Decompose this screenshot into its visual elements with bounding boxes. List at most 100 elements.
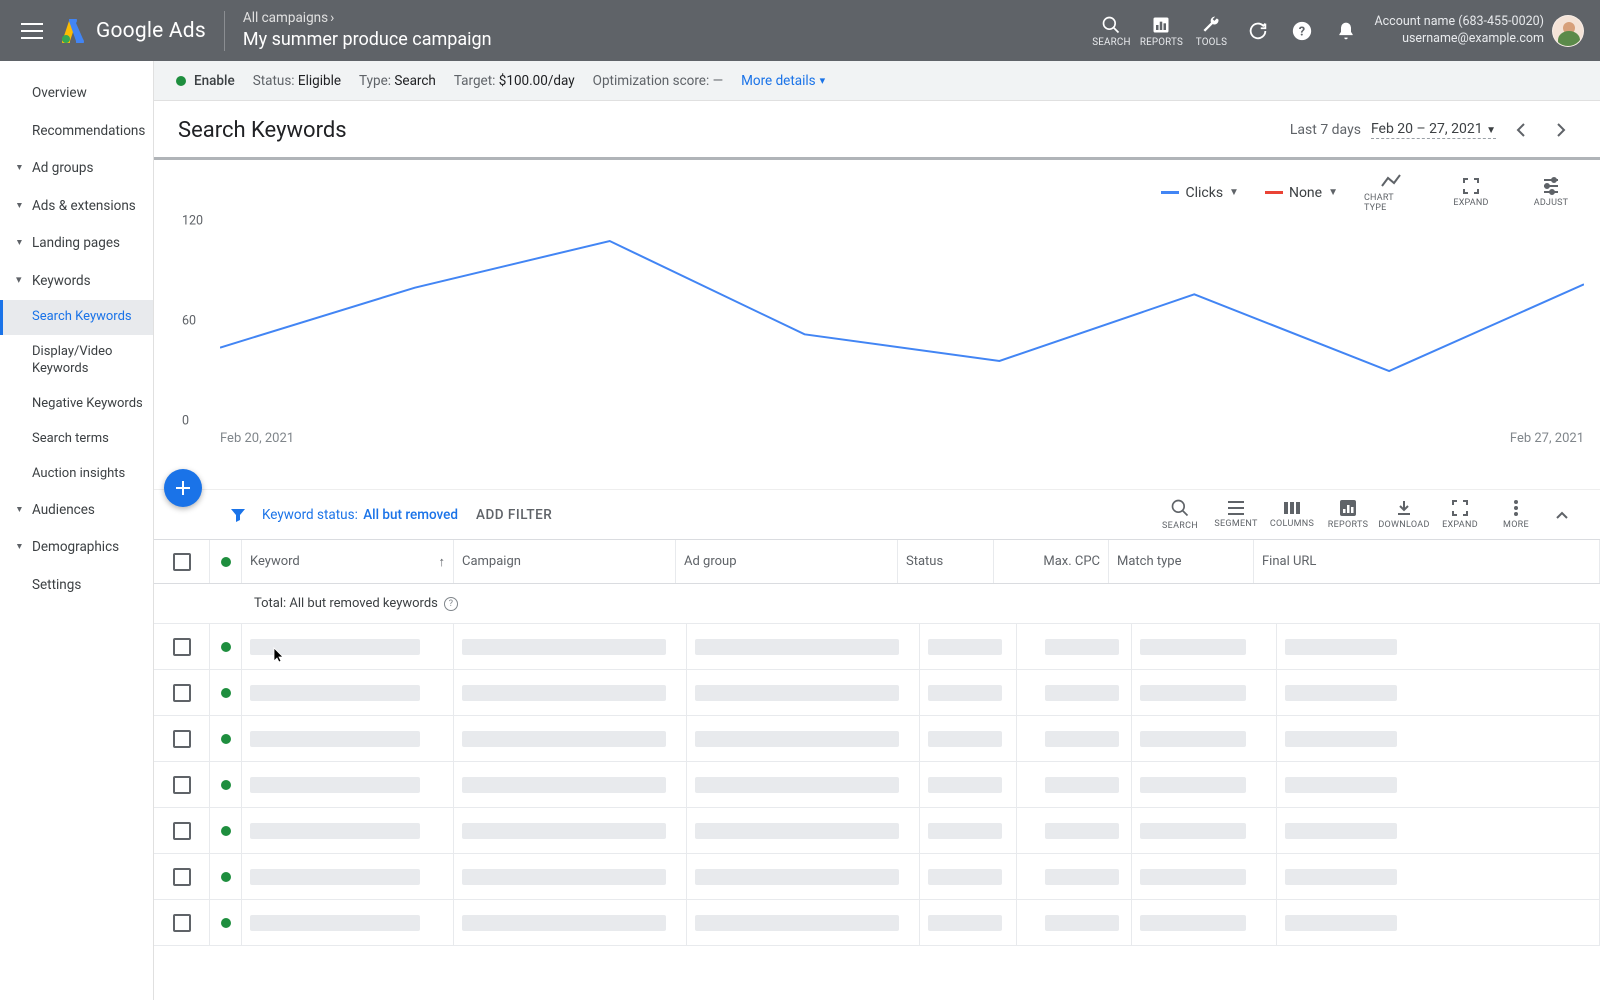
chart-expand-button[interactable]: EXPAND — [1444, 177, 1498, 208]
row-checkbox[interactable] — [173, 684, 191, 702]
table-row[interactable] — [154, 716, 1600, 762]
search-icon — [1101, 14, 1121, 36]
table-row[interactable] — [154, 808, 1600, 854]
columns-button[interactable]: COLUMNS — [1264, 500, 1320, 529]
column-final-url[interactable]: Final URL — [1254, 540, 1600, 583]
placeholder — [695, 869, 899, 885]
row-checkbox[interactable] — [173, 730, 191, 748]
sidebar-item-keywords[interactable]: Keywords — [0, 263, 153, 301]
keywords-table: Keyword↑ Campaign Ad group Status Max. C… — [154, 539, 1600, 946]
column-match-type[interactable]: Match type — [1109, 540, 1254, 583]
table-expand-button[interactable]: EXPAND — [1432, 499, 1488, 530]
red-swatch-icon — [1265, 191, 1283, 194]
filter-icon[interactable] — [230, 507, 246, 523]
placeholder — [462, 731, 666, 747]
table-row[interactable] — [154, 624, 1600, 670]
segment-button[interactable]: SEGMENT — [1208, 500, 1264, 529]
sidebar-item-settings[interactable]: Settings — [0, 567, 153, 605]
notifications-button[interactable] — [1324, 9, 1368, 53]
collapse-panel-button[interactable] — [1544, 510, 1580, 520]
sidebar-item-auction-insights[interactable]: Auction insights — [0, 457, 153, 492]
placeholder — [462, 777, 666, 793]
table-row[interactable] — [154, 670, 1600, 716]
select-all-checkbox[interactable] — [173, 553, 191, 571]
info-icon[interactable]: ? — [444, 597, 458, 611]
column-campaign[interactable]: Campaign — [454, 540, 676, 583]
header-reports-button[interactable]: REPORTS — [1136, 14, 1186, 48]
plus-icon — [173, 478, 193, 498]
series-a-picker[interactable]: Clicks▼ — [1161, 185, 1238, 201]
x-end-label: Feb 27, 2021 — [1510, 431, 1584, 446]
placeholder — [1140, 639, 1246, 655]
placeholder — [1285, 869, 1397, 885]
table-row[interactable] — [154, 900, 1600, 946]
add-keyword-fab[interactable] — [164, 469, 202, 507]
sidebar-item-demographics[interactable]: Demographics — [0, 529, 153, 567]
more-button[interactable]: MORE — [1488, 499, 1544, 530]
header-tools-button[interactable]: TOOLS — [1186, 14, 1236, 48]
y-tick: 60 — [182, 314, 196, 329]
column-max-cpc[interactable]: Max. CPC — [994, 540, 1109, 583]
column-ad-group[interactable]: Ad group — [676, 540, 898, 583]
refresh-button[interactable] — [1236, 9, 1280, 53]
status-column-icon[interactable] — [221, 557, 231, 567]
sidebar-item-ad-groups[interactable]: Ad groups — [0, 150, 153, 188]
filter-chip[interactable]: Keyword status: All but removed — [262, 507, 458, 523]
table-reports-button[interactable]: REPORTS — [1320, 499, 1376, 530]
help-icon: ? — [1291, 20, 1313, 42]
sidebar-item-overview[interactable]: Overview — [0, 75, 153, 113]
placeholder — [1285, 639, 1397, 655]
table-row[interactable] — [154, 854, 1600, 900]
chart-adjust-button[interactable]: ADJUST — [1524, 177, 1578, 208]
enable-toggle[interactable]: Enable — [176, 73, 235, 89]
row-checkbox[interactable] — [173, 822, 191, 840]
download-button[interactable]: DOWNLOAD — [1376, 499, 1432, 530]
date-range-picker[interactable]: Feb 20 – 27, 2021 ▼ — [1371, 121, 1496, 139]
row-checkbox[interactable] — [173, 776, 191, 794]
status-dot-icon — [221, 918, 231, 928]
date-period[interactable]: Last 7 days — [1290, 122, 1361, 138]
column-status[interactable]: Status — [898, 540, 994, 583]
breadcrumb[interactable]: All campaigns › My summer produce campai… — [243, 10, 492, 51]
chevron-right-icon: › — [330, 10, 334, 28]
product-logo[interactable]: Google Ads — [60, 19, 206, 43]
account-email: username@example.com — [1374, 31, 1544, 48]
series-b-picker[interactable]: None▼ — [1265, 185, 1338, 201]
sidebar-item-ads-extensions[interactable]: Ads & extensions — [0, 188, 153, 226]
placeholder — [1045, 777, 1119, 793]
column-keyword[interactable]: Keyword↑ — [242, 540, 454, 583]
placeholder — [695, 823, 899, 839]
more-details-button[interactable]: More details▾ — [741, 73, 825, 89]
date-next-button[interactable] — [1546, 115, 1576, 145]
add-filter-button[interactable]: ADD FILTER — [476, 507, 552, 523]
placeholder — [1285, 777, 1397, 793]
header-search-button[interactable]: SEARCH — [1086, 14, 1136, 48]
date-prev-button[interactable] — [1506, 115, 1536, 145]
sidebar-item-search-keywords[interactable]: Search Keywords — [0, 300, 153, 335]
chart-type-button[interactable]: CHART TYPE — [1364, 172, 1418, 213]
placeholder — [928, 685, 1002, 701]
sidebar-item-audiences[interactable]: Audiences — [0, 492, 153, 530]
row-checkbox[interactable] — [173, 868, 191, 886]
help-button[interactable]: ? — [1280, 9, 1324, 53]
sidebar-item-recommendations[interactable]: Recommendations — [0, 113, 153, 151]
placeholder — [928, 869, 1002, 885]
type-piece: Type: Search — [359, 73, 436, 89]
sidebar-item-search-terms[interactable]: Search terms — [0, 422, 153, 457]
avatar[interactable] — [1552, 15, 1584, 47]
wrench-icon — [1201, 14, 1221, 36]
row-checkbox[interactable] — [173, 638, 191, 656]
table-search-button[interactable]: SEARCH — [1152, 498, 1208, 531]
sidebar-item-display-video-keywords[interactable]: Display/Video Keywords — [0, 335, 153, 387]
filter-bar: Keyword status: All but removed ADD FILT… — [154, 489, 1600, 539]
table-row[interactable] — [154, 762, 1600, 808]
account-info[interactable]: Account name (683-455-0020) username@exa… — [1374, 14, 1544, 48]
row-checkbox[interactable] — [173, 914, 191, 932]
placeholder — [1045, 731, 1119, 747]
menu-icon[interactable] — [8, 7, 56, 55]
sidebar-item-landing-pages[interactable]: Landing pages — [0, 225, 153, 263]
opt-score-piece: Optimization score: — — [593, 73, 723, 89]
placeholder — [462, 685, 666, 701]
sidebar-item-negative-keywords[interactable]: Negative Keywords — [0, 387, 153, 422]
status-dot-icon — [221, 780, 231, 790]
